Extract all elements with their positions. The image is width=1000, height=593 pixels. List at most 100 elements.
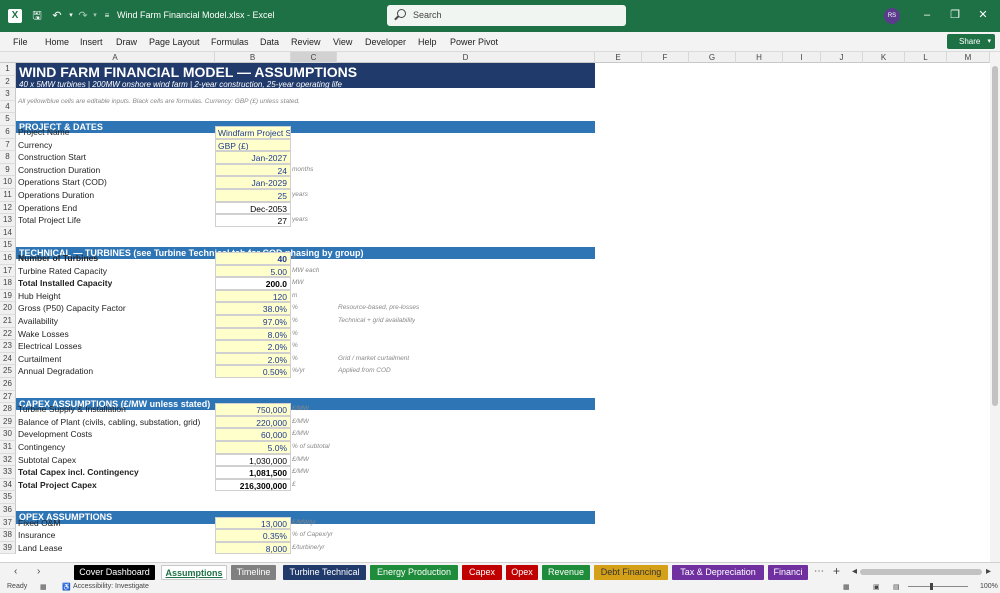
hscroll-right-icon[interactable]: ▸	[986, 566, 991, 577]
row-header[interactable]: 21	[0, 315, 16, 328]
sheet-tab[interactable]: Tax & Depreciation	[672, 565, 764, 580]
row-header[interactable]: 24	[0, 352, 16, 366]
assumption-unit[interactable]: %	[292, 302, 298, 315]
row-header[interactable]: 19	[0, 289, 16, 303]
assumption-value[interactable]: 1,081,500	[215, 466, 291, 479]
menu-review[interactable]: Review	[291, 37, 321, 47]
assumption-value[interactable]: 97.0%	[215, 315, 291, 328]
sheet-tab[interactable]: Cover Dashboard	[74, 565, 155, 580]
assumption-label[interactable]: Total Project Capex	[18, 479, 97, 492]
menu-home[interactable]: Home	[45, 37, 69, 47]
assumption-value[interactable]: 2.0%	[215, 352, 291, 366]
sheet-tab[interactable]: Opex	[506, 565, 538, 580]
row-header[interactable]: 10	[0, 176, 16, 189]
page-layout-view-icon[interactable]: ▣	[873, 583, 880, 591]
row-header[interactable]: 30	[0, 428, 16, 441]
assumption-value[interactable]: 40	[215, 252, 291, 265]
macro-icon[interactable]: ▦	[40, 583, 47, 591]
row-header[interactable]: 13	[0, 214, 16, 227]
save-icon[interactable]: 🖫	[30, 9, 44, 23]
assumption-note[interactable]: Grid / market curtailment	[338, 353, 409, 366]
assumption-value[interactable]: 216,300,000	[215, 478, 291, 492]
menu-draw[interactable]: Draw	[116, 37, 137, 47]
sheet-tab[interactable]: Turbine Technical	[283, 565, 366, 580]
assumption-unit[interactable]: m	[292, 290, 297, 303]
column-header-a[interactable]: A	[16, 52, 215, 63]
accessibility-icon[interactable]: ♿	[62, 583, 71, 591]
assumption-label[interactable]: Insurance	[18, 529, 55, 542]
assumption-value[interactable]: 5.0%	[215, 441, 291, 454]
assumption-label[interactable]: Hub Height	[18, 290, 61, 303]
assumption-value[interactable]: Jan-2029	[215, 176, 291, 189]
zoom-level[interactable]: 100%	[980, 583, 998, 590]
row-header[interactable]: 35	[0, 491, 16, 504]
row-header[interactable]: 37	[0, 516, 16, 530]
assumption-unit[interactable]: £/MW	[292, 416, 309, 429]
menu-file[interactable]: File	[13, 37, 28, 47]
assumption-value[interactable]: 24	[215, 163, 291, 177]
row-header[interactable]: 32	[0, 453, 16, 467]
assumption-value[interactable]: 8.0%	[215, 327, 291, 341]
assumption-unit[interactable]: % of subtotal	[292, 441, 330, 454]
page-break-view-icon[interactable]: ▤	[893, 583, 900, 591]
assumption-value[interactable]: 1,030,000	[215, 453, 291, 467]
zoom-slider[interactable]	[908, 586, 968, 587]
assumption-unit[interactable]: months	[292, 164, 313, 177]
assumption-value[interactable]: 750,000	[215, 403, 291, 416]
undo-icon[interactable]: ↶	[50, 9, 64, 23]
sheet-tab[interactable]: Capex	[462, 565, 502, 580]
sheet-tab[interactable]: Financi	[768, 565, 808, 580]
assumption-label[interactable]: Currency	[18, 139, 52, 152]
column-header-j[interactable]: J	[821, 52, 863, 63]
row-header[interactable]: 5	[0, 113, 16, 126]
vertical-scrollbar[interactable]	[990, 52, 1000, 562]
menu-power-pivot[interactable]: Power Pivot	[450, 37, 498, 47]
assumption-note[interactable]: Technical + grid availability	[338, 315, 415, 328]
assumption-label[interactable]: Operations Start (COD)	[18, 176, 107, 189]
assumption-unit[interactable]: #	[292, 252, 296, 265]
assumption-note[interactable]: Applied from COD	[338, 365, 391, 378]
assumption-label[interactable]: Land Lease	[18, 542, 62, 555]
row-header[interactable]: 38	[0, 529, 16, 542]
assumption-label[interactable]: Total Project Life	[18, 214, 81, 227]
sheet-title[interactable]: WIND FARM FINANCIAL MODEL — ASSUMPTIONS	[19, 64, 357, 80]
vertical-scrollbar-thumb[interactable]	[992, 66, 998, 406]
row-header[interactable]: 20	[0, 302, 16, 315]
row-header[interactable]: 22	[0, 327, 16, 341]
row-header[interactable]: 16	[0, 252, 16, 265]
menu-view[interactable]: View	[333, 37, 352, 47]
assumption-unit[interactable]: %	[292, 315, 298, 328]
assumption-value[interactable]: 60,000	[215, 428, 291, 441]
menu-data[interactable]: Data	[260, 37, 279, 47]
row-header[interactable]: 9	[0, 163, 16, 177]
row-header[interactable]: 33	[0, 466, 16, 479]
sheet-tab[interactable]: Revenue	[542, 565, 590, 580]
row-header[interactable]: 4	[0, 100, 16, 114]
menu-insert[interactable]: Insert	[80, 37, 103, 47]
assumption-value[interactable]: 0.50%	[215, 365, 291, 378]
assumption-unit[interactable]: £	[292, 479, 296, 492]
column-header-l[interactable]: L	[905, 52, 947, 63]
row-header[interactable]: 39	[0, 541, 16, 555]
row-header[interactable]: 14	[0, 226, 16, 240]
assumption-value[interactable]: 25	[215, 189, 291, 202]
normal-view-icon[interactable]: ▦	[843, 583, 850, 591]
assumption-label[interactable]: Total Installed Capacity	[18, 277, 112, 290]
column-header-d[interactable]: D	[337, 52, 595, 63]
row-header[interactable]: 27	[0, 390, 16, 404]
assumption-label[interactable]: Number of Turbines	[18, 252, 98, 265]
zoom-slider-thumb[interactable]	[930, 583, 933, 590]
assumption-unit[interactable]: years	[292, 214, 308, 227]
row-header[interactable]: 25	[0, 365, 16, 378]
assumption-unit[interactable]: %	[292, 340, 298, 353]
column-header-b[interactable]: B	[215, 52, 291, 63]
assumption-unit[interactable]: £/MW/yr	[292, 517, 316, 530]
row-header[interactable]: 31	[0, 441, 16, 454]
assumption-unit[interactable]: years	[292, 189, 308, 202]
assumption-value[interactable]: 8,000	[215, 541, 291, 555]
assumption-label[interactable]: Turbine Rated Capacity	[18, 265, 107, 278]
assumption-label[interactable]: Fixed O&M	[18, 517, 61, 530]
minimize-icon[interactable]: –	[920, 8, 934, 22]
assumption-unit[interactable]: %	[292, 328, 298, 341]
avatar[interactable]: RS	[884, 8, 900, 24]
